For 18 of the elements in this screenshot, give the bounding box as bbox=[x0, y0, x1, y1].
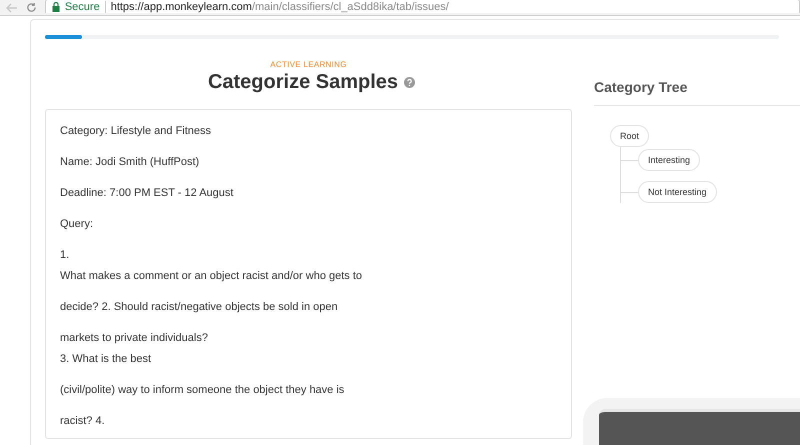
sample-text: Category: Lifestyle and Fitness bbox=[60, 124, 212, 139]
url-text: https://app.monkeylearn.com/main/classifiers/cl_aSdd8ika/tab/issues/ bbox=[110, 0, 449, 12]
sample-text: Name: Jodi Smith (HuffPost) bbox=[60, 155, 200, 170]
sample-text: Deadline: 7:00 PM EST - 12 August bbox=[60, 186, 234, 201]
sample-text: Query: bbox=[60, 217, 94, 232]
sample-text: 1. What makes a comment or an object racist and/or who gets to bbox=[60, 248, 362, 284]
sample-text: racist? 4. bbox=[60, 414, 105, 429]
section-eyebrow: ACTIVE LEARNING bbox=[270, 60, 347, 70]
tree-node[interactable]: Not Interesting bbox=[638, 181, 717, 203]
panel-title: Category Tree bbox=[594, 79, 688, 95]
security-label: Secure bbox=[64, 0, 106, 12]
sample-text: markets to private individuals? 3. What is the best bbox=[60, 331, 208, 367]
url-field[interactable]: Secure https://app.monkeylearn.com/main/classifiers/cl_aSdd8ika/tab/issues/ bbox=[44, 0, 800, 13]
page-title: Categorize Samples bbox=[208, 70, 398, 94]
sample-text: (civil/polite) way to inform someone the object they have is bbox=[60, 383, 344, 398]
sample-text: decide? 2. Should racist/negative objects be sold in open bbox=[60, 300, 338, 315]
tree-node[interactable]: Interesting bbox=[638, 149, 700, 171]
tree-node[interactable]: Root bbox=[610, 125, 650, 147]
